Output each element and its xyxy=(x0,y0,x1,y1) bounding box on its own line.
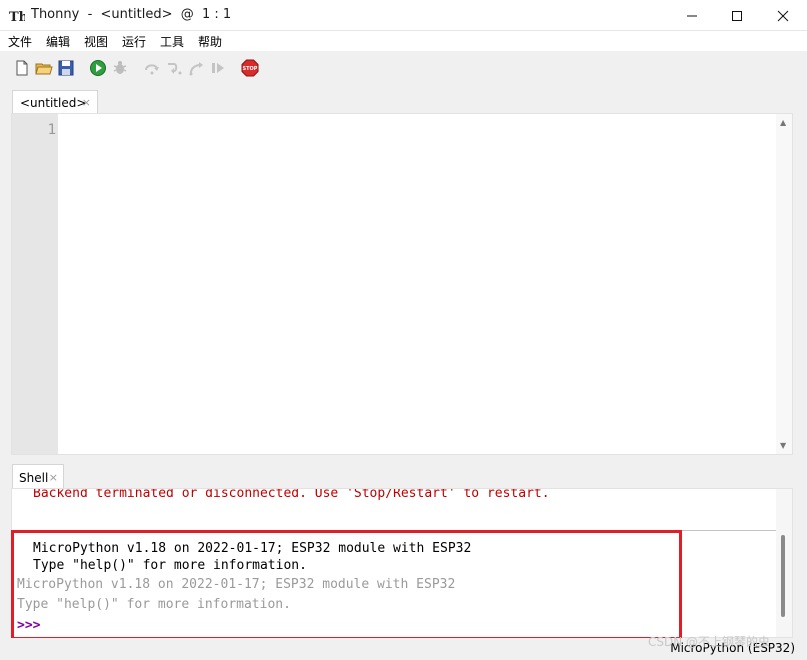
step-over-icon[interactable] xyxy=(143,59,161,77)
shell-divider xyxy=(12,530,776,531)
line-number: 1 xyxy=(47,122,56,138)
editor-scrollbar[interactable]: ▲ ▼ xyxy=(776,114,792,454)
scroll-up-icon[interactable]: ▲ xyxy=(780,118,786,127)
tab-shell[interactable]: Shell × xyxy=(12,464,64,489)
shell-console[interactable]: Backend terminated or disconnected. Use … xyxy=(11,488,793,638)
watermark: CSDN @不上钢琴的虫 xyxy=(648,635,771,649)
minimize-icon xyxy=(687,15,697,16)
maximize-button[interactable] xyxy=(714,0,760,31)
menu-view[interactable]: 视图 xyxy=(84,33,108,50)
run-icon[interactable] xyxy=(89,59,107,77)
shell-prompt[interactable]: >>> xyxy=(17,618,40,633)
title-bar: Th Thonny - <untitled> @ 1 : 1 xyxy=(0,0,807,31)
resume-icon[interactable] xyxy=(209,59,227,77)
shell-tab-label: Shell xyxy=(19,471,49,485)
stop-icon[interactable]: STOP xyxy=(241,59,259,77)
step-into-icon[interactable] xyxy=(165,59,183,77)
minimize-button[interactable] xyxy=(669,0,715,31)
shell-tab-close-icon[interactable]: × xyxy=(49,471,58,484)
thonny-logo-icon: Th xyxy=(9,8,29,25)
shell-banner-line-1: MicroPython v1.18 on 2022-01-17; ESP32 m… xyxy=(33,541,472,556)
tab-untitled[interactable]: <untitled> × xyxy=(12,90,98,114)
menu-tools[interactable]: 工具 xyxy=(160,33,184,50)
tab-close-icon[interactable]: × xyxy=(82,96,91,109)
shell-echo-line-1: MicroPython v1.18 on 2022-01-17; ESP32 m… xyxy=(17,577,456,592)
close-icon xyxy=(777,10,789,21)
close-button[interactable] xyxy=(760,0,806,31)
menu-edit[interactable]: 编辑 xyxy=(46,33,70,50)
step-out-icon[interactable] xyxy=(187,59,205,77)
line-number-gutter: 1 xyxy=(12,114,58,454)
shell-tab-strip: Shell × xyxy=(0,460,807,489)
scroll-down-icon[interactable]: ▼ xyxy=(780,441,786,450)
menu-help[interactable]: 帮助 xyxy=(198,33,222,50)
toolbar: STOP xyxy=(0,51,807,85)
editor-tab-strip: <untitled> × xyxy=(0,85,807,114)
shell-scrollbar[interactable] xyxy=(776,489,792,637)
tab-label: <untitled> xyxy=(20,96,87,110)
maximize-icon xyxy=(732,10,742,21)
open-folder-icon[interactable] xyxy=(35,59,53,77)
window-title: Thonny - <untitled> @ 1 : 1 xyxy=(31,7,232,22)
shell-error-line: Backend terminated or disconnected. Use … xyxy=(33,488,550,501)
stop-label: STOP xyxy=(243,66,258,72)
code-editor[interactable]: 1 ▲ ▼ xyxy=(11,113,793,455)
new-file-icon[interactable] xyxy=(13,59,31,77)
save-icon[interactable] xyxy=(57,59,75,77)
shell-echo-line-2: Type "help()" for more information. xyxy=(17,597,291,612)
menu-bar: 文件 编辑 视图 运行 工具 帮助 xyxy=(0,31,807,51)
svg-text:Th: Th xyxy=(9,10,25,24)
menu-file[interactable]: 文件 xyxy=(8,33,32,50)
shell-banner-line-2: Type "help()" for more information. xyxy=(33,558,307,573)
shell-scroll-thumb[interactable] xyxy=(781,535,785,617)
menu-run[interactable]: 运行 xyxy=(122,33,146,50)
debug-icon[interactable] xyxy=(111,59,129,77)
